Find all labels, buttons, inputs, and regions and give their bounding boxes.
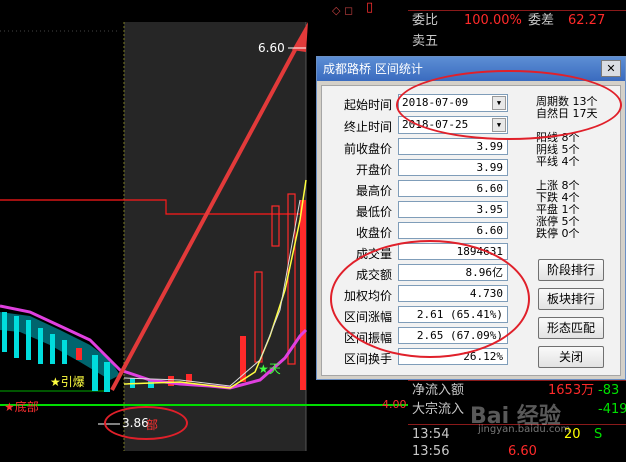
weicha-label: 委差: [528, 13, 555, 28]
prev-close-label: 前收盘价: [343, 142, 392, 156]
high-label: 最高价: [355, 184, 392, 198]
quote-sell5-row: 卖五: [408, 32, 626, 52]
weibi-label: 委比: [412, 13, 439, 28]
flat-stat: 平线 4个: [536, 155, 580, 168]
net-inflow-pct: -83: [598, 383, 620, 398]
tian-signal-label: ★天: [258, 362, 281, 376]
high-value: 6.60: [398, 180, 508, 197]
close-price-value: 6.60: [398, 222, 508, 239]
turnover-label: 区间换手: [343, 352, 392, 366]
annotation-ellipse-dates: [396, 70, 622, 140]
end-time-label: 终止时间: [343, 120, 392, 134]
low-value: 3.95: [398, 201, 508, 218]
dialog-title: 成都路桥 区间统计: [323, 62, 423, 76]
dibu-signal-label: ★底部: [4, 400, 39, 414]
close-price-label: 收盘价: [355, 226, 392, 240]
open-value: 3.99: [398, 159, 508, 176]
weicha-value: 62.27: [568, 13, 606, 28]
close-button[interactable]: 关闭: [538, 346, 604, 368]
bulk-inflow-label: 大宗流入: [412, 402, 465, 417]
trading-app: ◇ ◻ 6.60 3.86 部 ★引爆 ★底部 ★天 4.00 ▯ 委比 100…: [0, 0, 626, 459]
net-inflow-label: 净流入额: [412, 383, 465, 398]
price-high-label: 6.60: [258, 41, 285, 55]
quote-weibi-row: 委比 100.00% 委差 62.27: [408, 10, 626, 31]
close-icon[interactable]: ✕: [601, 60, 621, 77]
low-label: 最低价: [355, 205, 392, 219]
limit-down-stat: 跌停 0个: [536, 227, 580, 240]
axis-marker-icon: ▯: [366, 0, 374, 15]
baidu-watermark-url: jingyan.baidu.com: [478, 424, 571, 435]
pattern-match-button[interactable]: 形态匹配: [538, 317, 604, 339]
annotation-ellipse-stats: [330, 240, 530, 358]
tick-time: 13:56: [412, 444, 450, 459]
price-axis-label: 4.00: [382, 398, 407, 411]
open-label: 开盘价: [355, 163, 392, 177]
start-time-label: 起始时间: [343, 98, 392, 112]
stage-rank-button[interactable]: 阶段排行: [538, 259, 604, 281]
tick-row-2: 13:56 6.60: [408, 442, 626, 462]
svg-text:◇ ◻: ◇ ◻: [332, 4, 353, 17]
sell5-label: 卖五: [412, 34, 439, 49]
weibi-value: 100.00%: [464, 13, 522, 28]
yinbao-signal-label: ★引爆: [50, 375, 85, 389]
annotation-ellipse-low: [104, 406, 188, 440]
tick-price: 6.60: [508, 444, 537, 459]
bulk-inflow-value: -419: [598, 402, 626, 417]
prev-close-value: 3.99: [398, 138, 508, 155]
sector-rank-button[interactable]: 板块排行: [538, 288, 604, 310]
